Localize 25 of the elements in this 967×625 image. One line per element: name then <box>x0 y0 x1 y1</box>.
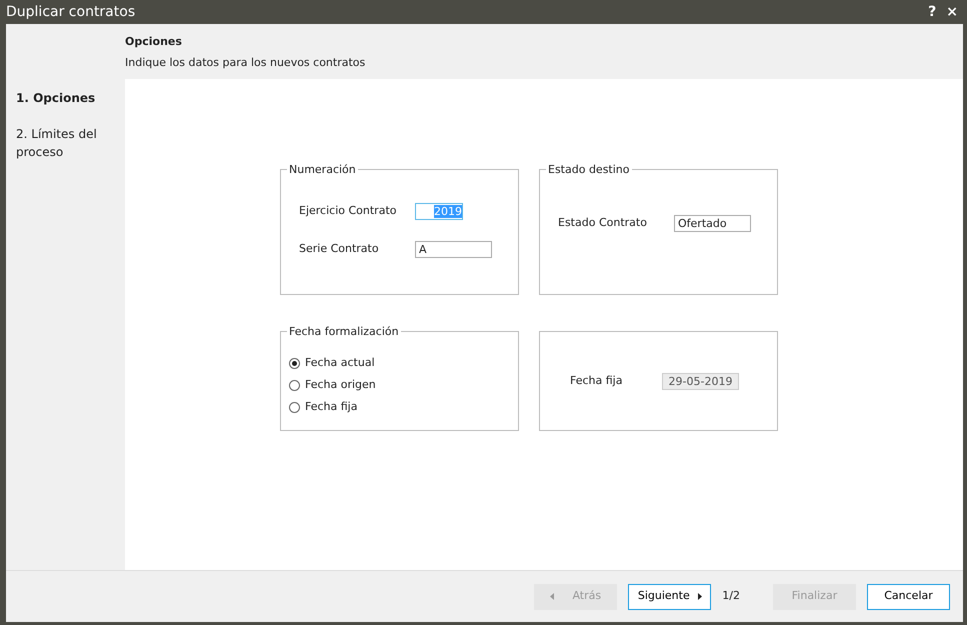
close-button[interactable]: × <box>941 5 963 19</box>
input-field[interactable]: Ofertado <box>674 214 751 232</box>
step-item[interactable]: 1. Opciones <box>16 89 106 107</box>
field-label: Ejercicio Contrato <box>299 202 398 219</box>
header-title: Opciones <box>125 34 183 50</box>
radio-label: Fecha actual <box>305 354 375 371</box>
field-label: Fecha fija <box>570 372 624 389</box>
caret-right-icon <box>698 593 702 600</box>
header-subtitle: Indique los datos para los nuevos contratos <box>125 54 366 70</box>
radio-button[interactable] <box>289 380 300 390</box>
input-field: 29-05-2019 <box>662 372 739 390</box>
caret-left-icon <box>550 593 554 600</box>
page-indicator: 1/2 <box>722 588 740 604</box>
radio-button[interactable] <box>289 402 300 412</box>
help-button[interactable]: ? <box>923 5 942 19</box>
radio-button[interactable] <box>289 358 300 368</box>
radio-label: Fecha fija <box>305 398 358 415</box>
step-item[interactable]: 2. Límites del proceso <box>16 125 106 161</box>
field-label: Estado Contrato <box>558 214 648 231</box>
radio-label: Fecha origen <box>305 376 376 393</box>
input-field[interactable]: A <box>415 240 492 258</box>
field-label: Serie Contrato <box>299 240 380 257</box>
window-title: Duplicar contratos <box>6 2 136 22</box>
footer-button[interactable]: Cancelar <box>867 584 950 610</box>
next-button[interactable]: Siguiente <box>628 584 712 610</box>
